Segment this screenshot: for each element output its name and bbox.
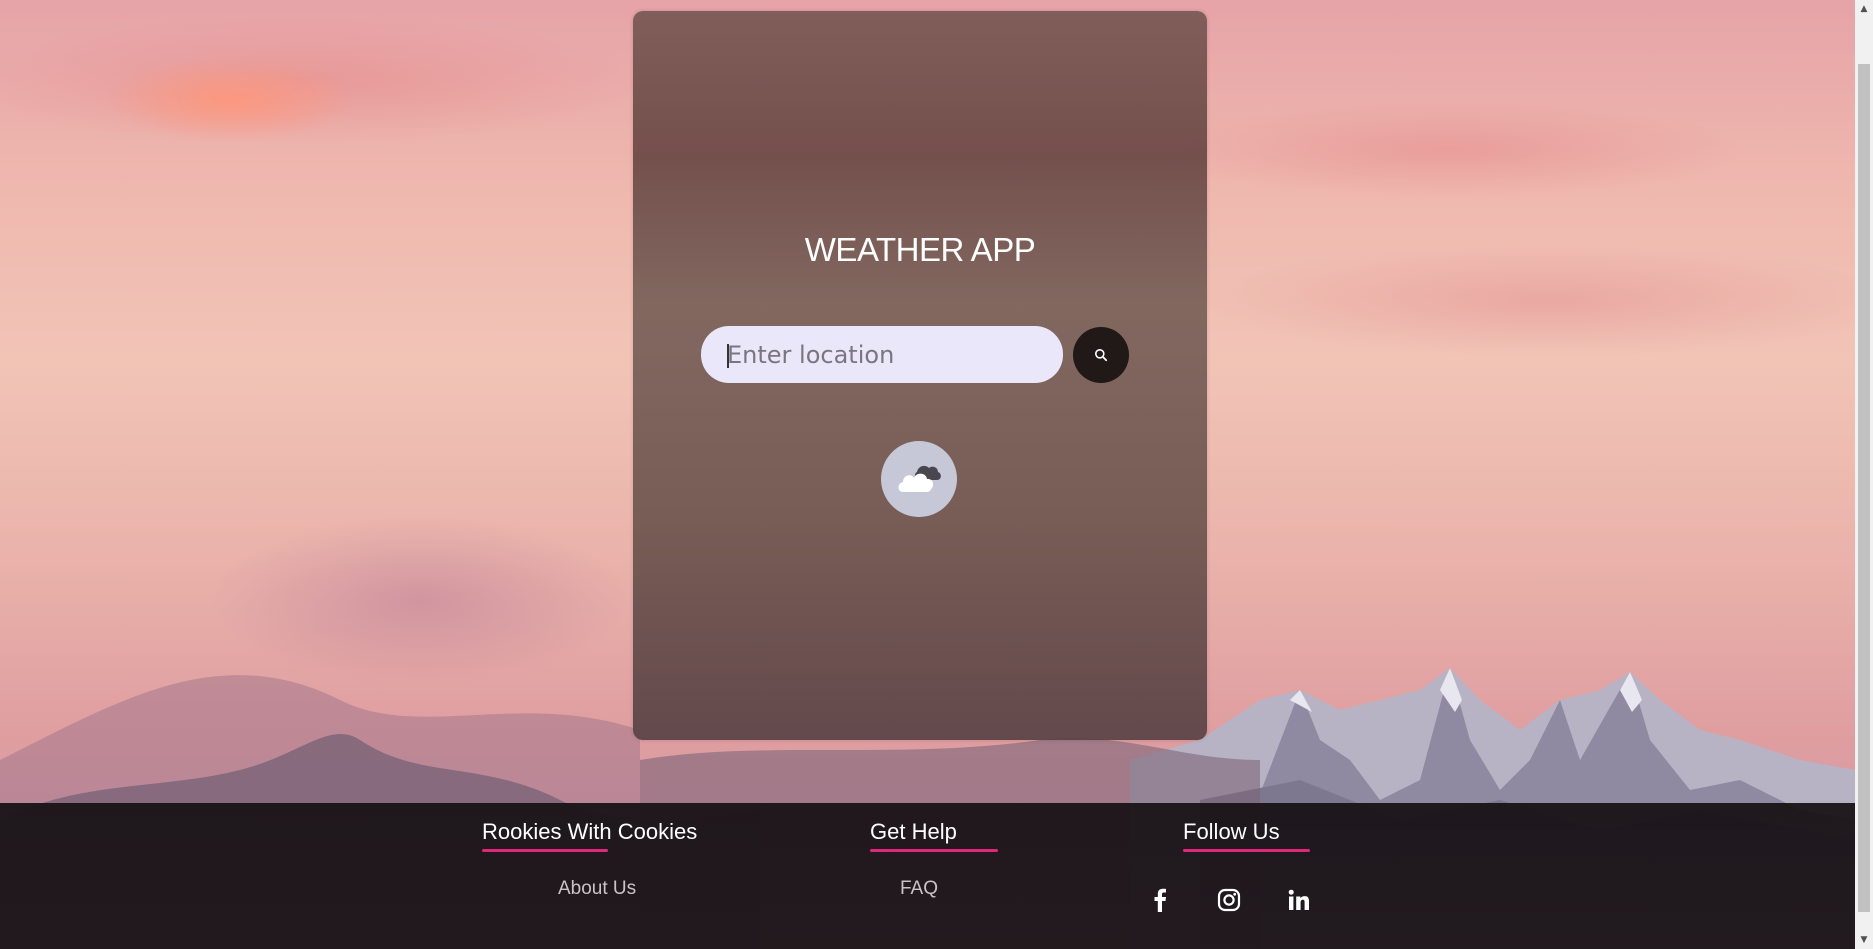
footer-heading-get-help: Get Help (870, 819, 998, 852)
scroll-up-arrow-icon[interactable]: ▲ (1855, 0, 1873, 18)
footer-heading-follow-us: Follow Us (1183, 819, 1310, 852)
text-caret (727, 344, 729, 368)
search-button[interactable] (1073, 327, 1129, 383)
vertical-scrollbar[interactable]: ▲ ▼ (1855, 0, 1873, 949)
facebook-icon (1154, 888, 1166, 912)
instagram-link[interactable] (1214, 885, 1244, 915)
site-footer: Rookies With Cookies About Us Get Help F… (0, 803, 1855, 949)
location-search-input[interactable] (701, 326, 1063, 383)
footer-link-faq[interactable]: FAQ (900, 878, 938, 900)
scroll-down-arrow-icon[interactable]: ▼ (1855, 931, 1873, 949)
instagram-icon (1217, 888, 1241, 912)
weather-card: WEATHER APP (633, 11, 1207, 740)
linkedin-link[interactable] (1284, 885, 1314, 915)
facebook-link[interactable] (1145, 885, 1175, 915)
weather-status-badge (881, 441, 957, 517)
page-background: WEATHER APP Rookies With Cookies About U… (0, 0, 1855, 949)
footer-link-about-us[interactable]: About Us (558, 878, 636, 900)
search-icon (1095, 349, 1108, 362)
scrollbar-thumb[interactable] (1858, 64, 1870, 912)
cloudy-icon (898, 465, 941, 492)
app-title: WEATHER APP (804, 231, 1036, 268)
linkedin-icon (1288, 889, 1309, 910)
footer-heading-brand: Rookies With Cookies (482, 819, 697, 852)
